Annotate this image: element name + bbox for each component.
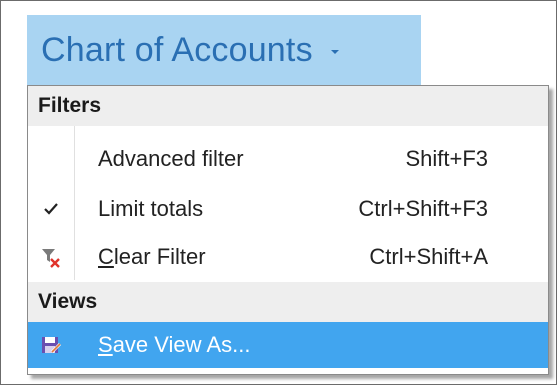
menu-item-save-view-as[interactable]: Save View As...	[28, 322, 548, 368]
menu-item-shortcut: Ctrl+Shift+A	[369, 244, 488, 269]
menu-item-limit-totals[interactable]: Limit totals Ctrl+Shift+F3	[28, 184, 548, 234]
check-icon	[44, 203, 58, 215]
menu-item-gutter	[28, 322, 74, 368]
menu-item-label: Clear Filter	[98, 244, 206, 270]
clear-filter-icon	[42, 249, 60, 268]
dropdown-title: Chart of Accounts	[41, 30, 313, 69]
dropdown-menu: Filters Advanced filter Shift+F3 Limit t…	[27, 85, 549, 375]
menu-item-shortcut: Ctrl+Shift+F3	[358, 196, 488, 221]
menu-item-gutter	[28, 232, 74, 282]
menu-item-label: Advanced filter	[98, 146, 244, 171]
section-header-label: Filters	[38, 94, 102, 117]
menu-item-clear-filter[interactable]: Clear Filter Ctrl+Shift+A	[28, 232, 548, 282]
menu-item-label: Save View As...	[98, 332, 250, 358]
menu-item-gutter	[28, 134, 74, 184]
section-header-views: Views	[28, 282, 548, 322]
section-header-label: Views	[38, 290, 98, 313]
menu-item-advanced-filter[interactable]: Advanced filter Shift+F3	[28, 134, 548, 184]
label-rest: ave View As...	[112, 332, 251, 357]
label-rest: lear Filter	[113, 244, 206, 269]
section-header-filters: Filters	[28, 86, 548, 126]
chart-of-accounts-dropdown-button[interactable]: Chart of Accounts	[27, 15, 421, 85]
menu-item-gutter	[28, 184, 74, 234]
window-frame: Chart of Accounts Filters Advanced filte…	[0, 0, 557, 385]
save-view-icon	[42, 337, 62, 354]
menu-item-label: Limit totals	[98, 196, 204, 221]
mnemonic-char: C	[98, 244, 114, 269]
caret-down-icon	[330, 50, 339, 54]
menu-item-shortcut: Shift+F3	[405, 146, 488, 171]
mnemonic-char: S	[98, 332, 113, 357]
